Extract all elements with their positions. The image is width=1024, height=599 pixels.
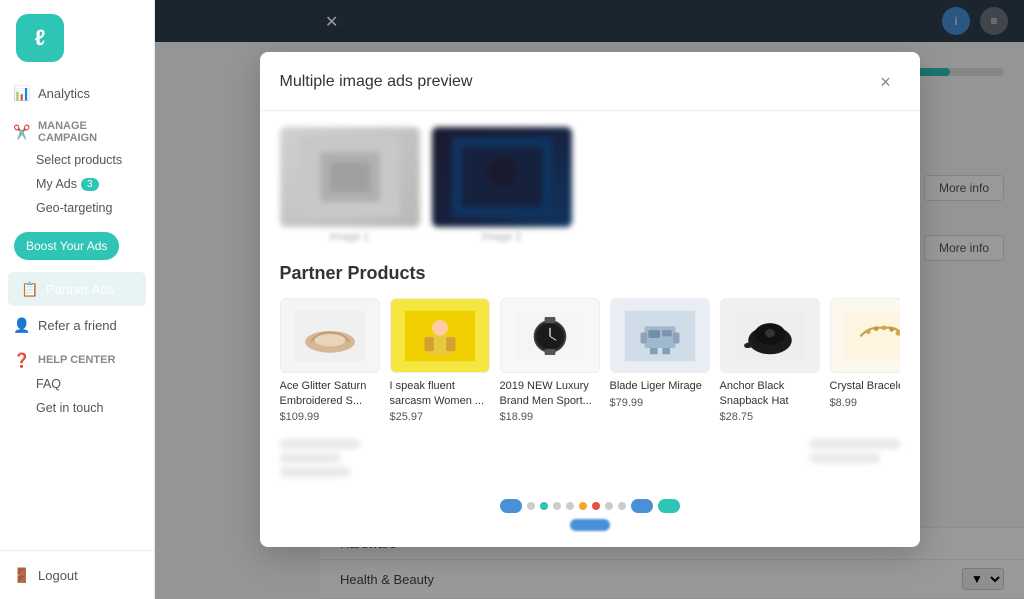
blurred-line-2 bbox=[280, 453, 340, 463]
get-in-touch-label: Get in touch bbox=[36, 401, 103, 415]
product-card-3[interactable]: 2019 NEW Luxury Brand Men Sport... $18.9… bbox=[500, 298, 600, 423]
dot-red-1[interactable] bbox=[592, 502, 600, 510]
sidebar-section-manage-campaign: ✂️ MANAGE CAMPAIGN bbox=[0, 110, 154, 148]
product-price-6: $8.99 bbox=[830, 397, 900, 409]
product-name-1: Ace Glitter Saturn Embroidered S... bbox=[280, 379, 380, 408]
product-price-5: $28.75 bbox=[720, 411, 820, 423]
blurred-text-left bbox=[280, 439, 360, 481]
product-card-4[interactable]: Blade Liger Mirage $79.99 bbox=[610, 298, 710, 423]
boost-your-ads-button[interactable]: Boost Your Ads bbox=[14, 232, 119, 260]
analytics-icon: 📊 bbox=[14, 85, 30, 101]
product-name-2: I speak fluent sarcasm Women ... bbox=[390, 379, 490, 408]
modal-title: Multiple image ads preview bbox=[280, 73, 473, 91]
my-ads-badge: 3 bbox=[81, 178, 99, 191]
sidebar: ℓ 📊 Analytics ✂️ MANAGE CAMPAIGN Select … bbox=[0, 0, 155, 599]
modal-dots-row bbox=[280, 489, 900, 513]
modal-header: Multiple image ads preview × bbox=[260, 52, 920, 111]
product-price-2: $25.97 bbox=[390, 411, 490, 423]
dot-orange-1[interactable] bbox=[579, 502, 587, 510]
product-name-5: Anchor Black Snapback Hat bbox=[720, 379, 820, 408]
products-grid: Ace Glitter Saturn Embroidered S... $109… bbox=[280, 298, 900, 423]
sidebar-nav: 📊 Analytics ✂️ MANAGE CAMPAIGN Select pr… bbox=[0, 76, 154, 550]
dot-gray-3[interactable] bbox=[566, 502, 574, 510]
product-image-6 bbox=[830, 298, 900, 373]
sidebar-item-logout[interactable]: 🚪 Logout bbox=[14, 561, 140, 589]
product-price-3: $18.99 bbox=[500, 411, 600, 423]
partner-ads-icon: 📋 bbox=[22, 281, 38, 297]
product-card-6[interactable]: Crystal Bracelets $8.99 bbox=[830, 298, 900, 423]
dot-teal-1[interactable] bbox=[540, 502, 548, 510]
blurred-line-3 bbox=[280, 467, 350, 477]
product-image-2 bbox=[390, 298, 490, 373]
preview-image-1-container: Image 1 bbox=[280, 127, 420, 243]
blurred-line-1 bbox=[280, 439, 360, 449]
help-center-label: HELP CENTER bbox=[38, 354, 115, 366]
sidebar-item-faq[interactable]: FAQ bbox=[0, 372, 154, 396]
preview-caption-1: Image 1 bbox=[280, 231, 420, 243]
product-card-2[interactable]: I speak fluent sarcasm Women ... $25.97 bbox=[390, 298, 490, 423]
blurred-text-right bbox=[810, 439, 900, 481]
faq-label: FAQ bbox=[36, 377, 61, 391]
modal-dialog: Multiple image ads preview × I bbox=[260, 52, 920, 547]
dot-teal-active[interactable] bbox=[658, 499, 680, 513]
sidebar-item-get-in-touch[interactable]: Get in touch bbox=[0, 396, 154, 420]
blurred-bottom-area bbox=[280, 439, 900, 489]
sidebar-item-partner-ads[interactable]: 📋 Partner Ads bbox=[8, 272, 146, 306]
dot-gray-2[interactable] bbox=[553, 502, 561, 510]
dot-gray-4[interactable] bbox=[605, 502, 613, 510]
product-image-1 bbox=[280, 298, 380, 373]
modal-body: Image 1 Image 2 Partn bbox=[260, 111, 920, 547]
refer-friend-label: Refer a friend bbox=[38, 318, 117, 333]
dot-blue-2[interactable] bbox=[631, 499, 653, 513]
sidebar-item-label: Analytics bbox=[38, 86, 90, 101]
confirm-button-area bbox=[280, 519, 900, 531]
sidebar-section-label: MANAGE CAMPAIGN bbox=[38, 120, 140, 144]
partner-products-title: Partner Products bbox=[280, 263, 900, 284]
preview-image-2 bbox=[432, 127, 572, 227]
preview-image-1 bbox=[280, 127, 420, 227]
preview-image-2-container: Image 2 bbox=[432, 127, 572, 243]
modal-close-button[interactable]: × bbox=[872, 68, 900, 96]
dot-gray-5[interactable] bbox=[618, 502, 626, 510]
product-name-6: Crystal Bracelets bbox=[830, 379, 900, 393]
app-logo[interactable]: ℓ bbox=[16, 14, 64, 62]
sidebar-item-select-products[interactable]: Select products bbox=[0, 148, 154, 172]
product-price-4: $79.99 bbox=[610, 397, 710, 409]
sidebar-item-analytics[interactable]: 📊 Analytics bbox=[0, 76, 154, 110]
product-image-5 bbox=[720, 298, 820, 373]
product-image-4 bbox=[610, 298, 710, 373]
sidebar-item-geo-targeting[interactable]: Geo-targeting bbox=[0, 196, 154, 220]
dot-gray-1[interactable] bbox=[527, 502, 535, 510]
scissors-icon: ✂️ bbox=[14, 124, 30, 140]
product-price-1: $109.99 bbox=[280, 411, 380, 423]
logout-icon: 🚪 bbox=[14, 567, 30, 583]
product-card-1[interactable]: Ace Glitter Saturn Embroidered S... $109… bbox=[280, 298, 380, 423]
sidebar-logo-area: ℓ bbox=[0, 0, 154, 76]
confirm-blurred-btn bbox=[570, 519, 610, 531]
sidebar-item-my-ads[interactable]: My Ads 3 bbox=[0, 172, 154, 196]
geo-targeting-label: Geo-targeting bbox=[36, 201, 112, 215]
sidebar-item-refer-friend[interactable]: 👤 Refer a friend bbox=[0, 308, 154, 342]
product-image-3 bbox=[500, 298, 600, 373]
dot-blue-1[interactable] bbox=[500, 499, 522, 513]
my-ads-label: My Ads bbox=[36, 177, 77, 191]
blurred-line-5 bbox=[810, 453, 880, 463]
product-name-3: 2019 NEW Luxury Brand Men Sport... bbox=[500, 379, 600, 408]
main-content: ✕ i ≡ Partner ads More info More info Ha… bbox=[155, 0, 1024, 599]
blurred-line-4 bbox=[810, 439, 900, 449]
help-icon: ❓ bbox=[14, 352, 30, 368]
sidebar-section-help-center: ❓ HELP CENTER bbox=[0, 342, 154, 372]
boost-area: Boost Your Ads bbox=[0, 226, 154, 266]
logout-label: Logout bbox=[38, 568, 78, 583]
sidebar-bottom: 🚪 Logout bbox=[0, 550, 154, 599]
select-products-label: Select products bbox=[36, 153, 122, 167]
product-card-5[interactable]: Anchor Black Snapback Hat $28.75 bbox=[720, 298, 820, 423]
modal-overlay: Multiple image ads preview × I bbox=[155, 0, 1024, 599]
partner-ads-label: Partner Ads bbox=[46, 282, 114, 297]
preview-images-area: Image 1 Image 2 bbox=[280, 127, 900, 243]
refer-friend-icon: 👤 bbox=[14, 317, 30, 333]
product-name-4: Blade Liger Mirage bbox=[610, 379, 710, 393]
preview-caption-2: Image 2 bbox=[432, 231, 572, 243]
